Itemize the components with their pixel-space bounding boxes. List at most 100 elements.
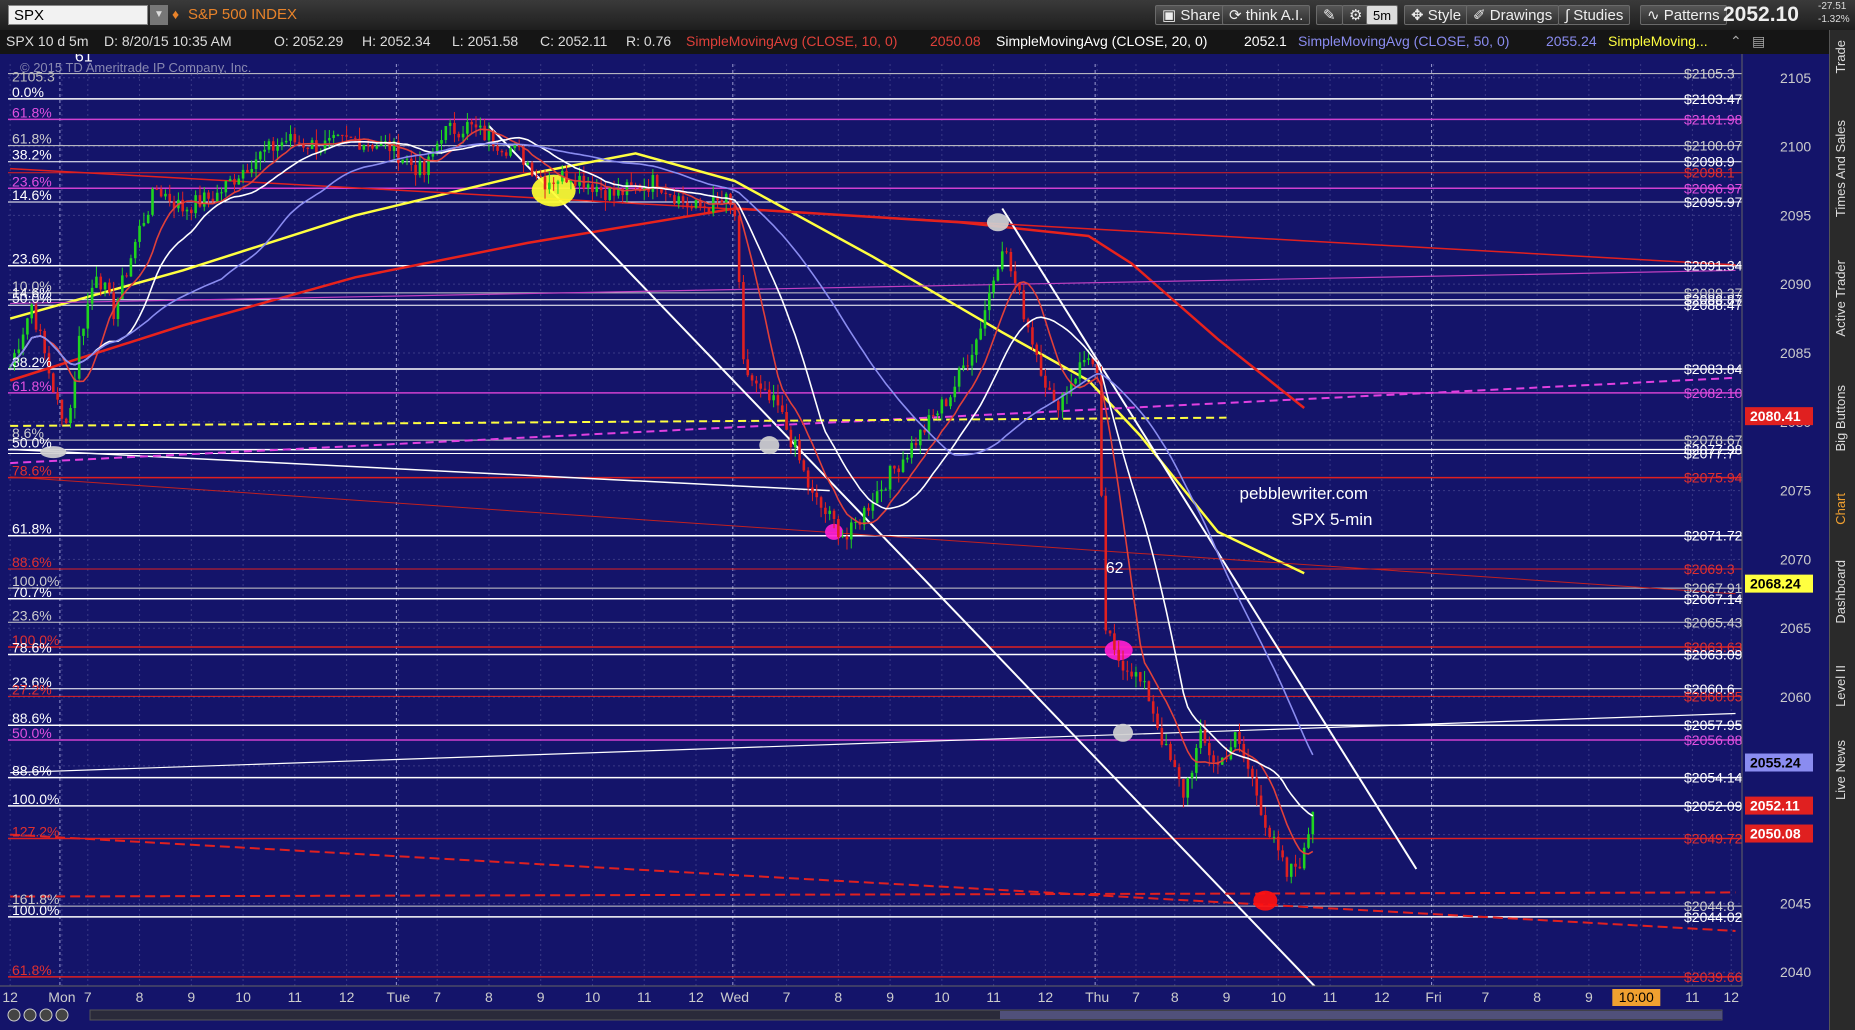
scrollbar-thumb[interactable] <box>1000 1011 1722 1019</box>
draw-tool-icon[interactable] <box>55 1008 69 1022</box>
chart-annotation: pebblewriter.com <box>1239 484 1368 503</box>
candle-body <box>1022 290 1026 320</box>
bar-low: L: 2051.58 <box>452 33 519 49</box>
study-menu-icon[interactable]: ▤ <box>1752 33 1765 50</box>
tab-times-and-sales[interactable]: Times And Sales <box>1833 120 1853 217</box>
tab-dashboard[interactable]: Dashboard <box>1833 560 1853 624</box>
candle-body <box>931 415 935 417</box>
drawings-button[interactable]: ✐ Drawings <box>1466 5 1560 25</box>
candle-body <box>1048 387 1051 390</box>
price-tick-label: 2085 <box>1780 345 1811 361</box>
candle-body <box>95 276 98 288</box>
candle-body <box>1203 729 1207 744</box>
candle-body <box>824 507 827 515</box>
price-chart[interactable]: $2105.3$2103.47$2101.98$2100.07$2098.9$2… <box>0 54 1829 1030</box>
last-price: 2052.10 <box>1723 3 1799 26</box>
fib-percent-label: 27.2% <box>12 681 52 697</box>
timeframe-button[interactable]: 5m <box>1366 5 1399 25</box>
chart-id[interactable]: SPX 10 d 5m <box>6 33 89 49</box>
fib-percent-label: 100.0% <box>12 791 59 807</box>
chart-annotation: SPX 5-min <box>1291 510 1372 529</box>
candle-body <box>164 193 167 197</box>
fib-percent-label: 0.0% <box>12 84 44 100</box>
candle-body <box>737 216 741 283</box>
study-sma20-label[interactable]: SimpleMovingAvg (CLOSE, 20, 0) <box>996 33 1207 49</box>
candle-body <box>353 137 357 139</box>
candle-body <box>453 122 456 134</box>
candle-body <box>793 440 797 448</box>
zoom-out-icon[interactable] <box>23 1008 37 1022</box>
tab-level-ii[interactable]: Level II <box>1833 665 1853 707</box>
candle-body <box>220 192 223 194</box>
candle-body <box>1134 672 1138 677</box>
time-cursor-label: 10:00 <box>1619 989 1654 1005</box>
pan-icon[interactable] <box>39 1008 53 1022</box>
candle-body <box>893 465 896 469</box>
candle-body <box>202 192 206 207</box>
study-sma50-label[interactable]: SimpleMovingAvg (CLOSE, 50, 0) <box>1298 33 1509 49</box>
candle-body <box>940 399 944 414</box>
candle-body <box>185 209 189 212</box>
price-tick-label: 2090 <box>1780 276 1811 292</box>
level-price-label: $2101.98 <box>1684 111 1743 127</box>
candle-body <box>30 304 34 319</box>
fib-percent-label: 61.8% <box>12 131 52 147</box>
candle-body <box>668 193 672 196</box>
candle-body <box>629 182 633 186</box>
candle-body <box>129 258 133 277</box>
fib-percent-label: 100.0% <box>12 902 59 918</box>
candle-body <box>211 198 215 202</box>
level-price-label: $2077.7 <box>1684 445 1735 461</box>
highlight-ellipse <box>1253 890 1278 911</box>
level-price-label: $2083.84 <box>1684 361 1743 377</box>
candle-body <box>39 329 42 331</box>
candle-body <box>1169 743 1172 761</box>
zoom-in-icon[interactable] <box>7 1008 21 1022</box>
candle-body <box>276 146 279 151</box>
candle-body <box>146 214 150 224</box>
candle-body <box>422 161 426 175</box>
level-price-label: $2069.3 <box>1684 561 1735 577</box>
share-button[interactable]: ▣ Share <box>1155 5 1228 25</box>
candle-body <box>1113 633 1116 650</box>
drawing-tool-button[interactable]: ✎ <box>1316 5 1343 25</box>
think-ai-button[interactable]: ⟳ think A.I. <box>1222 5 1311 25</box>
style-button[interactable]: ✥ Style <box>1404 5 1469 25</box>
candle-body <box>1138 672 1142 682</box>
study-sma-extra-label[interactable]: SimpleMoving... <box>1608 33 1708 49</box>
fib-percent-label: 127.2% <box>12 823 59 839</box>
tab-active-trader[interactable]: Active Trader <box>1833 260 1853 337</box>
fib-percent-label: 14.6% <box>12 187 52 203</box>
candle-body <box>1130 671 1133 677</box>
candle-body <box>1251 768 1254 778</box>
price-tick-label: 2070 <box>1780 551 1811 567</box>
tab-trade[interactable]: Trade <box>1833 40 1853 73</box>
candle-body <box>535 175 538 177</box>
candle-body <box>776 395 780 406</box>
symbol-input[interactable]: SPX <box>8 5 148 25</box>
candle-body <box>1277 836 1280 851</box>
candle-body <box>427 156 430 175</box>
price-tag-text: 2052.11 <box>1750 798 1800 814</box>
candle-body <box>181 199 184 212</box>
patterns-button[interactable]: ∿ Patterns <box>1640 5 1727 25</box>
candle-body <box>1009 252 1013 272</box>
candle-body <box>901 459 905 473</box>
studies-button[interactable]: ∫ Studies <box>1558 5 1631 25</box>
tab-big-buttons[interactable]: Big Buttons <box>1833 385 1853 452</box>
study-sma10-label[interactable]: SimpleMovingAvg (CLOSE, 10, 0) <box>686 33 897 49</box>
study-collapse-icon[interactable]: ⌃ <box>1730 33 1742 50</box>
tab-chart[interactable]: Chart <box>1833 493 1853 525</box>
candle-body <box>949 397 952 407</box>
candle-body <box>875 491 879 504</box>
share-icon: ▣ <box>1162 7 1177 24</box>
candle-body <box>155 188 159 190</box>
symbol-dropdown-button[interactable]: ▼ <box>150 5 168 25</box>
highlight-ellipse <box>1113 723 1134 742</box>
highlight-ellipse <box>759 436 780 455</box>
time-tick-label: Thu <box>1085 989 1109 1005</box>
candle-body <box>401 159 404 163</box>
candle-body <box>349 136 353 138</box>
level-price-label: $2105.3 <box>1684 66 1735 82</box>
tab-live-news[interactable]: Live News <box>1833 740 1853 800</box>
